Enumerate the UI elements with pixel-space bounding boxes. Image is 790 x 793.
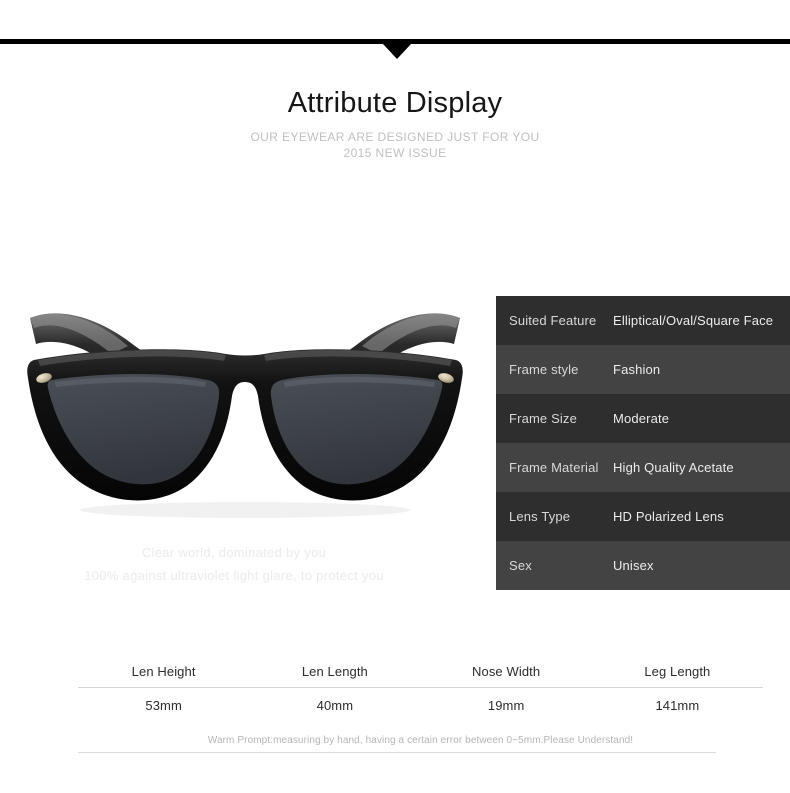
measurements-block: Len Height Len Length Nose Width Leg Len… [78, 658, 763, 750]
page-subtitle-line1: OUR EYEWEAR ARE DESIGNED JUST FOR YOU [250, 130, 540, 144]
spec-value: High Quality Acetate [613, 460, 734, 475]
product-image-sunglasses [0, 288, 490, 523]
triangle-down-icon [383, 44, 411, 59]
table-row: Suited Feature Elliptical/Oval/Square Fa… [496, 296, 790, 345]
warn-prompt-text: Warm Prompt:measuring by hand, having a … [207, 735, 634, 746]
measurements-header-row: Len Height Len Length Nose Width Leg Len… [78, 658, 763, 685]
sunglasses-illustration [27, 313, 463, 518]
page-subtitle-line2: 2015 NEW ISSUE [343, 146, 447, 160]
spec-value: Fashion [613, 362, 661, 377]
table-row: Frame style Fashion [496, 345, 790, 394]
tagline-line2: 100% against ultraviolet light glare, to… [84, 568, 384, 583]
tagline-line1: Clear world, dominated by you [141, 545, 327, 560]
measurements-value-row: 53mm 40mm 19mm 141mm [78, 688, 763, 724]
table-row: Frame Size Moderate [496, 394, 790, 443]
spec-label: Lens Type [509, 509, 571, 524]
measurement-header: Len Length [301, 664, 368, 679]
tagline-block: Clear world, dominated by you 100% again… [0, 541, 468, 587]
measurement-header: Len Height [131, 664, 196, 679]
spec-value: HD Polarized Lens [613, 509, 724, 524]
table-row: Frame Material High Quality Acetate [496, 443, 790, 492]
measurement-header: Nose Width [472, 664, 541, 679]
page-title: Attribute Display [287, 87, 503, 119]
top-accent-bar [0, 39, 790, 59]
spec-value: Moderate [613, 411, 670, 426]
measurement-value: 141mm [655, 698, 700, 713]
measurement-value: 40mm [316, 698, 354, 713]
measurement-header: Leg Length [644, 664, 711, 679]
spec-label: Frame Material [509, 460, 599, 475]
header-block: Attribute Display OUR EYEWEAR ARE DESIGN… [0, 85, 790, 161]
measurements-divider-bottom [78, 752, 716, 753]
spec-label: Suited Feature [509, 313, 597, 328]
measurement-value: 19mm [487, 698, 525, 713]
spec-value: Elliptical/Oval/Square Face [613, 313, 774, 328]
spec-label: Frame Size [509, 411, 577, 426]
spec-value: Unisex [613, 558, 654, 573]
specification-table: Suited Feature Elliptical/Oval/Square Fa… [496, 296, 790, 590]
table-row: Lens Type HD Polarized Lens [496, 492, 790, 541]
spec-label: Frame style [509, 362, 579, 377]
measurement-value: 53mm [145, 698, 182, 713]
table-row: Sex Unisex [496, 541, 790, 590]
spec-label: Sex [509, 558, 532, 573]
